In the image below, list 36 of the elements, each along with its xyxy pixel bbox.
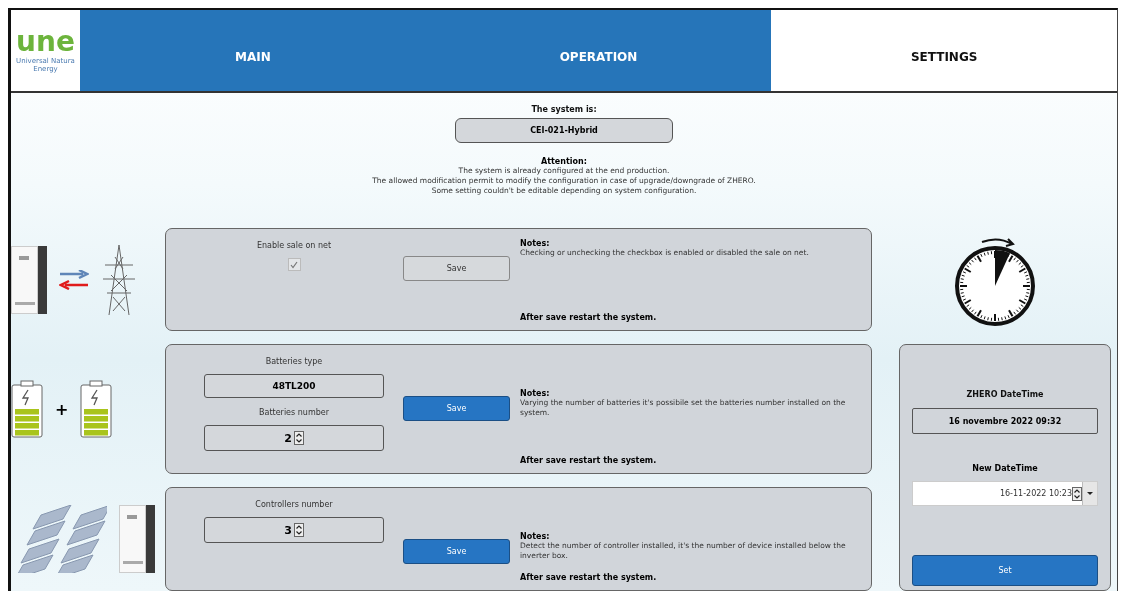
field-label: Controllers number bbox=[255, 500, 333, 509]
save-button[interactable]: Save bbox=[403, 539, 510, 564]
inverter-icon bbox=[11, 245, 47, 314]
restart-note: After save restart the system. bbox=[520, 313, 658, 322]
battery-icon bbox=[80, 380, 113, 438]
checkbox[interactable] bbox=[287, 258, 301, 271]
spinner-arrows-icon[interactable] bbox=[1072, 486, 1082, 501]
notes-title: Notes: bbox=[520, 239, 551, 248]
field-label: Enable sale on net bbox=[256, 241, 332, 250]
restart-note: After save restart the system. bbox=[520, 573, 658, 582]
field-label: Batteries number bbox=[259, 408, 329, 417]
number-spinner[interactable]: 3 bbox=[204, 517, 384, 543]
save-button[interactable]: Save bbox=[403, 396, 510, 421]
attention-title: Attention: bbox=[541, 156, 587, 166]
new-datetime-label: New DateTime bbox=[972, 464, 1038, 473]
value-field: 48TL200 bbox=[204, 374, 384, 398]
plus-sign: + bbox=[55, 399, 69, 419]
two-way-arrows-icon bbox=[59, 269, 89, 290]
datetime-picker[interactable]: 16-11-2022 10:23 bbox=[912, 481, 1098, 506]
battery-icon bbox=[11, 380, 43, 438]
spinner-arrows-icon[interactable] bbox=[293, 431, 304, 445]
restart-note: After save restart the system. bbox=[520, 456, 658, 465]
system-label: The system is: bbox=[531, 104, 597, 114]
inverter-icon bbox=[119, 505, 155, 573]
set-button[interactable]: Set bbox=[912, 555, 1098, 586]
spinner-arrows-icon[interactable] bbox=[293, 523, 304, 537]
datetime-title: ZHERO DateTime bbox=[966, 390, 1044, 399]
number-spinner[interactable]: 2 bbox=[204, 425, 384, 451]
power-pylon-icon bbox=[101, 244, 137, 315]
nav-tab[interactable]: MAIN bbox=[80, 10, 426, 91]
system-value: CEI-021-Hybrid bbox=[455, 117, 673, 143]
field-label: Batteries type bbox=[265, 357, 323, 366]
nav-tab[interactable]: OPERATION bbox=[425, 10, 772, 91]
current-datetime: 16 novembre 2022 09:32 bbox=[912, 408, 1098, 434]
notes-title: Notes: bbox=[520, 389, 551, 398]
notes-title: Notes: bbox=[520, 532, 551, 541]
